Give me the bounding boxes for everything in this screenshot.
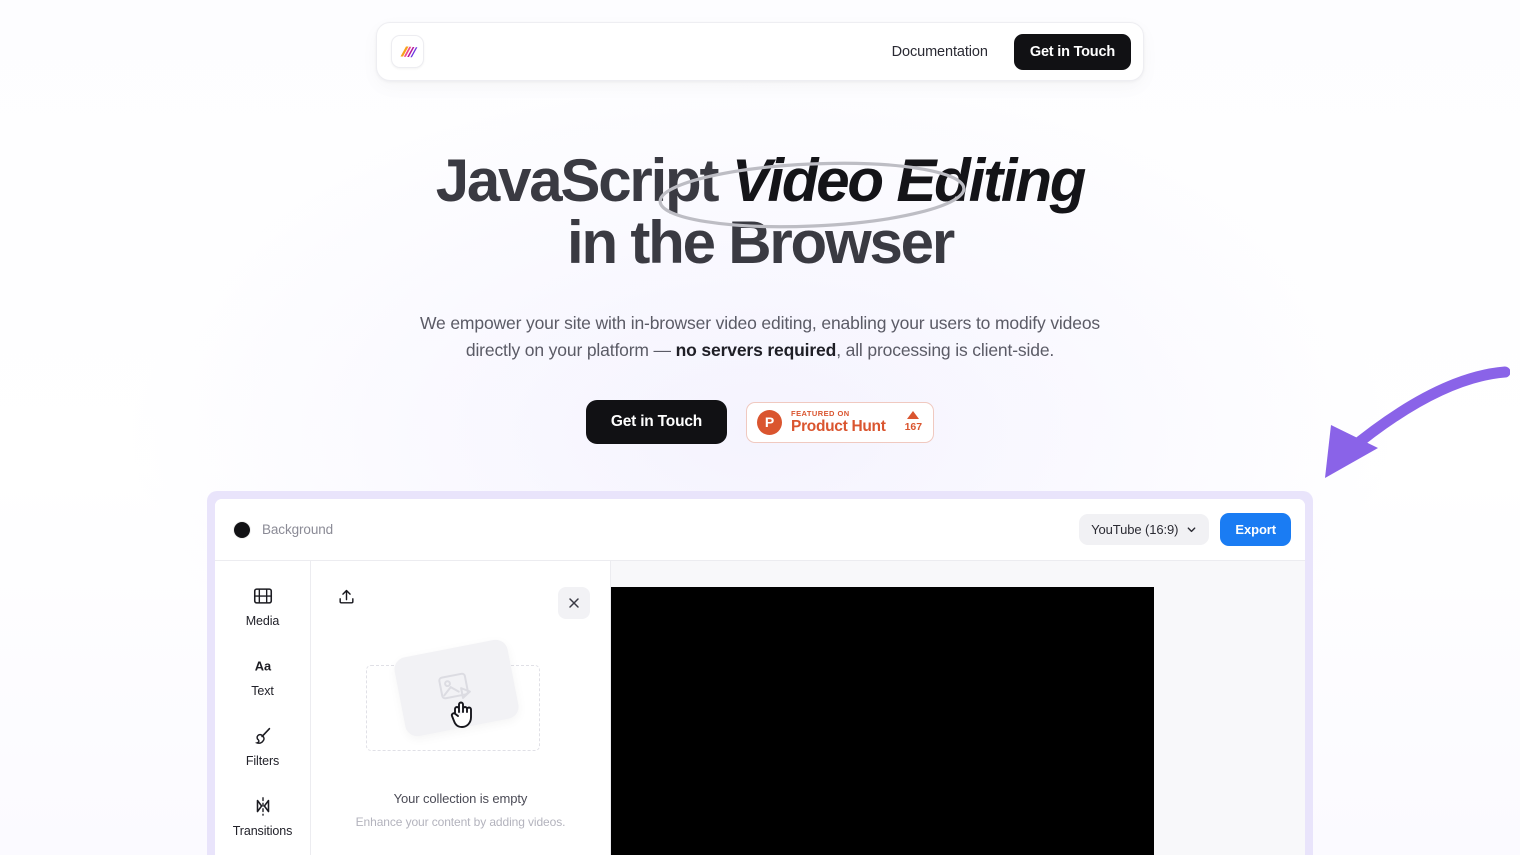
hero-cta-row: Get in Touch P FEATURED ON Product Hunt …: [0, 400, 1520, 444]
editor-topbar: Background YouTube (16:9) Export: [215, 499, 1305, 561]
headline-part-2: in the Browser: [567, 209, 955, 276]
product-hunt-logo-icon: P: [757, 409, 783, 435]
dropzone-illustration: [365, 637, 556, 765]
chevron-down-icon: [1188, 527, 1196, 533]
text-aa-icon: Aa: [254, 659, 271, 674]
media-empty-state: Your collection is empty Enhance your co…: [311, 619, 610, 855]
headline-part-1: JavaScript: [435, 147, 732, 214]
app-logo[interactable]: [391, 35, 424, 68]
media-panel-header: [311, 561, 610, 619]
hero-section: JavaScript Video Editing in the Browser …: [0, 150, 1520, 444]
product-hunt-votes: 167: [904, 411, 923, 434]
landing-page: Documentation Get in Touch JavaScript Vi…: [0, 0, 1520, 855]
grabbing-hand-icon: [450, 701, 472, 728]
hero-subtitle: We empower your site with in-browser vid…: [0, 310, 1520, 364]
editor-app: Background YouTube (16:9) Export Media A…: [215, 499, 1305, 855]
hero-get-in-touch-button[interactable]: Get in Touch: [585, 400, 728, 444]
hero-subtitle-line-2: directly on your platform — no servers r…: [0, 337, 1520, 364]
navbar: Documentation Get in Touch: [376, 22, 1144, 81]
transitions-icon: [256, 797, 269, 816]
product-hunt-badge[interactable]: P FEATURED ON Product Hunt 167: [746, 401, 935, 443]
aspect-ratio-select[interactable]: YouTube (16:9): [1079, 514, 1210, 545]
product-hunt-vote-count: 167: [904, 421, 923, 434]
sidebar-item-label: Text: [251, 684, 274, 698]
page-title: JavaScript Video Editing in the Browser: [410, 150, 1110, 274]
video-preview-canvas[interactable]: [611, 587, 1154, 855]
empty-state-subtitle: Enhance your content by adding videos.: [355, 815, 566, 829]
sidebar-item-label: Filters: [245, 754, 280, 768]
app-logo-icon: [400, 46, 417, 57]
brush-icon: [254, 727, 270, 744]
product-hunt-text: FEATURED ON Product Hunt: [791, 408, 886, 435]
hero-subtitle-line-1: We empower your site with in-browser vid…: [420, 313, 1100, 333]
editor-tool-rail: Media Aa Text Filters Transitions: [215, 561, 311, 855]
sidebar-item-text[interactable]: Aa Text: [227, 655, 299, 698]
product-hunt-name: Product Hunt: [791, 418, 886, 435]
nav-link-documentation[interactable]: Documentation: [892, 44, 988, 60]
sidebar-item-label: Media: [245, 614, 280, 628]
editor-frame: Background YouTube (16:9) Export Media A…: [207, 491, 1313, 855]
editor-canvas-area: [611, 561, 1305, 855]
subtitle-bold: no servers required: [675, 340, 837, 360]
upload-icon[interactable]: [337, 587, 356, 606]
film-icon: [253, 588, 272, 604]
export-button[interactable]: Export: [1220, 513, 1291, 546]
sidebar-item-label: Transitions: [232, 824, 293, 838]
headline-emphasis: Video Editing: [731, 147, 1087, 214]
upvote-arrow-icon: [907, 411, 920, 420]
product-hunt-kicker: FEATURED ON: [791, 408, 850, 418]
sidebar-item-filters[interactable]: Filters: [227, 725, 299, 768]
background-color-swatch[interactable]: [234, 521, 250, 538]
media-panel: Your collection is empty Enhance your co…: [311, 561, 611, 855]
sidebar-item-media[interactable]: Media: [227, 585, 299, 628]
empty-state-title: Your collection is empty: [393, 791, 528, 806]
nav-get-in-touch-button[interactable]: Get in Touch: [1013, 33, 1131, 70]
close-icon: [569, 598, 579, 608]
svg-text:Aa: Aa: [254, 659, 271, 674]
subtitle-text-a: directly on your platform —: [465, 340, 676, 360]
aspect-ratio-value: YouTube (16:9): [1091, 522, 1179, 537]
close-panel-button[interactable]: [558, 587, 590, 619]
subtitle-text-b: , all processing is client-side.: [836, 340, 1055, 360]
sidebar-item-transitions[interactable]: Transitions: [227, 795, 299, 838]
editor-body: Media Aa Text Filters Transitions Your c…: [215, 561, 1305, 855]
background-label: Background: [262, 522, 334, 537]
